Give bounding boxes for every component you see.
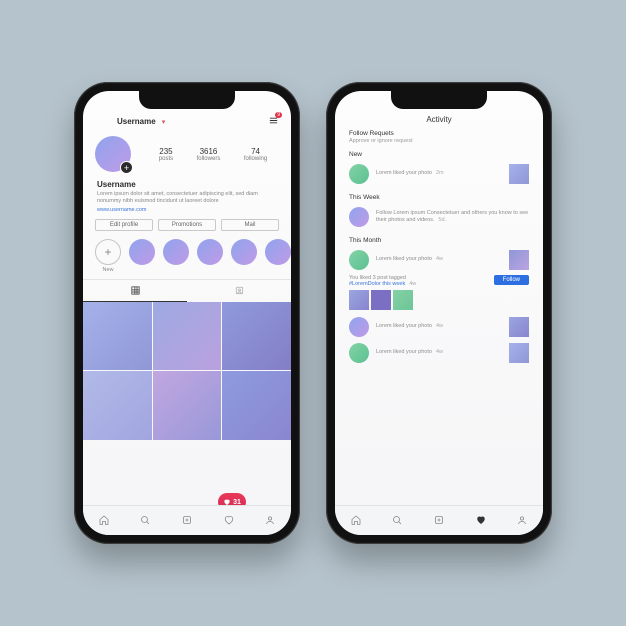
section-this-month: This Month — [335, 230, 543, 247]
stat-following[interactable]: 74 following — [244, 147, 267, 162]
header-username[interactable]: Username — [117, 117, 156, 126]
post-tile[interactable] — [222, 371, 291, 440]
thumbnail — [509, 164, 529, 184]
user-icon — [516, 514, 528, 526]
edit-profile-button[interactable]: Edit profile — [95, 219, 153, 231]
avatar — [349, 164, 369, 184]
nav-home[interactable] — [98, 514, 110, 528]
activity-row[interactable]: Follow Lorem ipsum Consectetuer and othe… — [335, 204, 543, 230]
thumbnail[interactable] — [371, 290, 391, 310]
user-icon — [264, 514, 276, 526]
tagged-posts-row[interactable]: You liked 3 post tagged #LoremDolor this… — [335, 273, 543, 314]
highlight-item[interactable] — [197, 239, 223, 265]
thumbnail[interactable] — [393, 290, 413, 310]
nav-search[interactable] — [139, 514, 151, 528]
nav-activity[interactable] — [475, 514, 487, 528]
nav-activity[interactable] — [223, 514, 235, 528]
tab-grid[interactable] — [83, 280, 187, 302]
plus-box-icon — [433, 514, 445, 526]
activity-row[interactable]: Lorem liked your photo2m — [335, 161, 543, 187]
tab-tagged[interactable] — [187, 280, 291, 302]
nav-profile[interactable] — [264, 514, 276, 528]
search-icon — [139, 514, 151, 526]
search-icon — [391, 514, 403, 526]
section-this-week: This Week — [335, 187, 543, 204]
add-story-button[interactable]: + — [120, 161, 133, 174]
plus-icon: + — [95, 239, 121, 265]
activity-row[interactable]: Lorem liked your photo4w — [335, 314, 543, 340]
highlight-item[interactable] — [231, 239, 257, 265]
post-tile[interactable] — [83, 302, 152, 371]
avatar — [349, 250, 369, 270]
follow-button[interactable]: Follow — [494, 275, 529, 285]
bio-text: Lorem ipsum dolor sit amet, consectetuer… — [97, 191, 277, 205]
screen-activity: Activity Follow Requets Approve or ignor… — [335, 91, 543, 535]
profile-tabs — [83, 279, 291, 302]
highlight-new[interactable]: + New — [95, 239, 121, 273]
profile-header: Username ▾ 9 — [83, 113, 291, 130]
highlight-item[interactable] — [163, 239, 189, 265]
heart-outline-icon — [223, 514, 235, 526]
home-icon — [98, 514, 110, 526]
post-tile[interactable] — [222, 302, 291, 371]
mail-button[interactable]: Mail — [221, 219, 279, 231]
nav-create[interactable] — [181, 514, 193, 528]
phone-activity: Activity Follow Requets Approve or ignor… — [326, 82, 552, 544]
notifications-button[interactable]: 9 — [268, 115, 279, 128]
nav-profile[interactable] — [516, 514, 528, 528]
chevron-down-icon[interactable]: ▾ — [162, 118, 166, 126]
bio-username: Username — [97, 180, 277, 189]
profile-bio: Username Lorem ipsum dolor sit amet, con… — [83, 176, 291, 219]
section-new: New — [335, 144, 543, 161]
post-tile[interactable] — [153, 302, 222, 371]
thumbnail — [509, 317, 529, 337]
bottom-nav — [335, 505, 543, 535]
profile-stats-row: + 235 posts 3616 followers 74 following — [83, 130, 291, 176]
avatar[interactable]: + — [95, 136, 131, 172]
post-tile[interactable] — [153, 371, 222, 440]
avatar — [349, 207, 369, 227]
posts-grid — [83, 302, 291, 440]
notification-badge: 9 — [275, 112, 282, 118]
avatar — [349, 343, 369, 363]
follow-requests-heading: Follow Requets — [349, 130, 529, 137]
promotions-button[interactable]: Promotions — [158, 219, 216, 231]
bio-link[interactable]: www.username.com — [97, 207, 277, 213]
hashtag-link[interactable]: #LoremDolor this week — [349, 281, 405, 287]
post-tile[interactable] — [83, 371, 152, 440]
thumbnail[interactable] — [349, 290, 369, 310]
nav-home[interactable] — [350, 514, 362, 528]
stat-followers[interactable]: 3616 followers — [197, 147, 221, 162]
plus-box-icon — [181, 514, 193, 526]
notch — [391, 91, 487, 109]
notch — [139, 91, 235, 109]
thumbnail — [509, 343, 529, 363]
follow-requests[interactable]: Follow Requets Approve or ignore request — [335, 130, 543, 144]
highlight-item[interactable] — [129, 239, 155, 265]
home-icon — [350, 514, 362, 526]
highlight-item[interactable] — [265, 239, 291, 265]
stat-posts[interactable]: 235 posts — [159, 147, 173, 162]
story-highlights: + New — [83, 231, 291, 279]
activity-row[interactable]: Lorem liked your photo4w — [335, 340, 543, 366]
tagged-icon — [234, 285, 245, 296]
phone-profile: Username ▾ 9 + 235 posts 3616 — [74, 82, 300, 544]
avatar — [349, 317, 369, 337]
bottom-nav — [83, 505, 291, 535]
thumbnail — [509, 250, 529, 270]
heart-filled-icon — [475, 514, 487, 526]
tagged-thumbnails — [349, 290, 529, 310]
nav-search[interactable] — [391, 514, 403, 528]
nav-create[interactable] — [433, 514, 445, 528]
activity-row[interactable]: Lorem liked your photo4w — [335, 247, 543, 273]
page-title: Activity — [335, 113, 543, 130]
grid-icon — [130, 285, 141, 296]
screen-profile: Username ▾ 9 + 235 posts 3616 — [83, 91, 291, 535]
